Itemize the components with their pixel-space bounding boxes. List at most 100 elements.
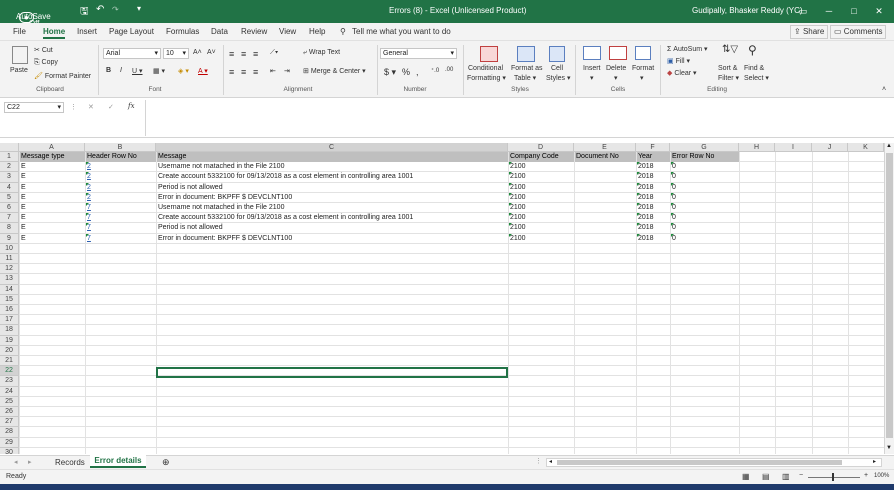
row-header-3[interactable]: 3	[0, 172, 19, 183]
sheet-tab-records[interactable]: Records	[55, 458, 85, 467]
scroll-right-icon[interactable]: ▸	[873, 458, 876, 465]
add-sheet-icon[interactable]: ⊕	[162, 457, 170, 468]
scroll-left-icon[interactable]: ◂	[549, 458, 552, 465]
row-header-8[interactable]: 8	[0, 223, 19, 234]
column-header-k[interactable]: K	[848, 143, 884, 152]
user-name[interactable]: Gudipally, Bhasker Reddy (YC)	[692, 6, 803, 15]
formula-input[interactable]	[145, 100, 890, 136]
row-header-14[interactable]: 14	[0, 284, 19, 295]
column-header-c[interactable]: C	[156, 143, 508, 152]
tab-data[interactable]: Data	[211, 27, 228, 36]
table-cell[interactable]: 0	[671, 193, 739, 203]
font-name-select[interactable]: Arial ▾	[103, 48, 161, 59]
undo-icon[interactable]: ↶	[96, 4, 104, 15]
row-header-22[interactable]: 22	[0, 366, 19, 377]
column-header-f[interactable]: F	[636, 143, 670, 152]
select-all-corner[interactable]	[0, 143, 19, 152]
table-cell[interactable]: 2	[86, 172, 156, 182]
table-cell[interactable]	[575, 172, 636, 182]
prev-sheet-icon[interactable]: ◂	[14, 458, 18, 466]
table-cell[interactable]: 2100	[509, 162, 574, 172]
table-cell[interactable]: Username not matached in the File 2100	[157, 162, 508, 172]
align-center-icon[interactable]: ≡	[241, 67, 246, 77]
zoom-slider-thumb[interactable]	[832, 473, 834, 481]
grow-font-icon[interactable]: A˄	[193, 49, 202, 56]
table-cell[interactable]: Create account 5332100 for 09/13/2018 as…	[157, 172, 508, 182]
table-cell[interactable]: 0	[671, 213, 739, 223]
align-bottom-icon[interactable]: ≡	[253, 49, 258, 59]
table-cell[interactable]: 2100	[509, 213, 574, 223]
sort-filter-button[interactable]: Sort &	[718, 65, 737, 72]
underline-icon[interactable]: U ▾	[132, 67, 143, 75]
tab-split-handle[interactable]: ⋮	[535, 457, 542, 465]
normal-view-icon[interactable]: ▦	[742, 472, 750, 481]
header-cell[interactable]: Company Code	[509, 152, 574, 162]
column-header-i[interactable]: I	[775, 143, 812, 152]
row-header-20[interactable]: 20	[0, 345, 19, 356]
fill-color-icon[interactable]: ◈ ▾	[178, 67, 189, 75]
zoom-slider[interactable]	[808, 477, 860, 478]
tab-file[interactable]: File	[13, 27, 26, 36]
insert-cells-icon[interactable]	[583, 46, 601, 60]
table-cell[interactable]: E	[20, 162, 85, 172]
table-cell[interactable]: E	[20, 213, 85, 223]
italic-icon[interactable]: I	[120, 67, 122, 74]
borders-icon[interactable]: ▦ ▾	[153, 67, 165, 75]
column-header-g[interactable]: G	[670, 143, 739, 152]
cell-styles-button[interactable]: Cell	[551, 65, 563, 72]
page-layout-view-icon[interactable]: ▤	[762, 472, 770, 481]
row-header-9[interactable]: 9	[0, 233, 19, 244]
redo-icon[interactable]: ↷	[112, 5, 119, 14]
header-cell[interactable]: Message type	[20, 152, 85, 162]
header-cell[interactable]: Header Row No	[86, 152, 156, 162]
page-break-view-icon[interactable]: ▥	[782, 472, 790, 481]
table-cell[interactable]	[575, 162, 636, 172]
table-cell[interactable]: Period is not allowed	[157, 223, 508, 233]
table-cell[interactable]: 0	[671, 234, 739, 244]
table-cell[interactable]: 0	[671, 172, 739, 182]
row-header-19[interactable]: 19	[0, 335, 19, 346]
row-header-29[interactable]: 29	[0, 437, 19, 448]
column-header-b[interactable]: B	[85, 143, 156, 152]
header-cell[interactable]: Message	[157, 152, 508, 162]
zoom-level[interactable]: 100%	[874, 473, 889, 479]
row-header-17[interactable]: 17	[0, 315, 19, 326]
insert-cells-button[interactable]: Insert	[583, 65, 601, 72]
decrease-decimal-icon[interactable]: .00	[445, 67, 453, 73]
table-cell[interactable]: Error in document: BKPFF $ DEVCLNT100	[157, 193, 508, 203]
table-cell[interactable]: E	[20, 234, 85, 244]
delete-cells-icon[interactable]	[609, 46, 627, 60]
row-header-23[interactable]: 23	[0, 376, 19, 387]
row-header-12[interactable]: 12	[0, 264, 19, 275]
format-as-table-button[interactable]: Format as	[511, 65, 543, 72]
table-cell[interactable]: Period is not allowed	[157, 183, 508, 193]
table-cell[interactable]: 2018	[637, 223, 670, 233]
tab-formulas[interactable]: Formulas	[166, 27, 199, 36]
scroll-up-icon[interactable]: ▲	[886, 143, 892, 149]
tell-me-box[interactable]: Tell me what you want to do	[352, 27, 451, 36]
header-cell[interactable]: Year	[637, 152, 670, 162]
table-cell[interactable]: 2100	[509, 234, 574, 244]
table-cell[interactable]: 0	[671, 162, 739, 172]
table-cell[interactable]: 2018	[637, 193, 670, 203]
share-button[interactable]: ⇪ Share	[790, 25, 829, 39]
percent-icon[interactable]: %	[402, 67, 410, 77]
table-cell[interactable]: E	[20, 193, 85, 203]
table-cell[interactable]: 2	[86, 162, 156, 172]
vertical-scroll-thumb[interactable]	[886, 153, 893, 438]
table-cell[interactable]	[575, 193, 636, 203]
table-cell[interactable]: Create account 5332100 for 09/13/2018 as…	[157, 213, 508, 223]
row-header-10[interactable]: 10	[0, 243, 19, 254]
comma-icon[interactable]: ,	[416, 67, 419, 77]
tab-insert[interactable]: Insert	[77, 27, 97, 36]
format-cells-button[interactable]: Format	[632, 65, 654, 72]
column-header-h[interactable]: H	[739, 143, 775, 152]
row-header-13[interactable]: 13	[0, 274, 19, 285]
table-cell[interactable]: E	[20, 172, 85, 182]
cancel-icon[interactable]: ✕	[88, 103, 94, 111]
table-cell[interactable]	[575, 183, 636, 193]
tab-help[interactable]: Help	[309, 27, 325, 36]
cut-button[interactable]: ✂ Cut	[34, 46, 53, 54]
horizontal-scrollbar[interactable]: ◂ ▸	[546, 458, 882, 467]
table-cell[interactable]: 2018	[637, 234, 670, 244]
